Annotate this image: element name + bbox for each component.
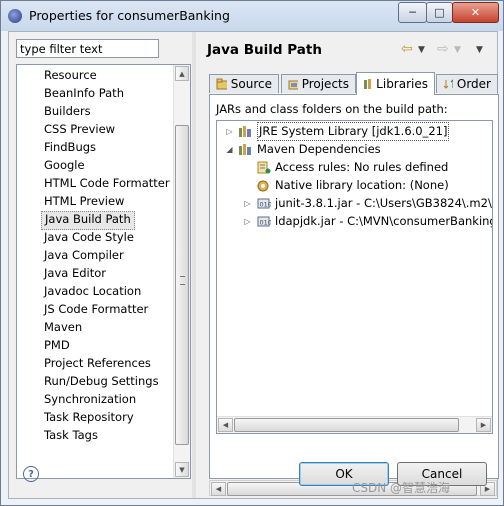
window-title: Properties for consumerBanking xyxy=(29,8,230,23)
minimize-button[interactable]: ─ xyxy=(398,2,427,23)
watermark: CSDN @智慧浩海 xyxy=(352,481,451,495)
svg-text:010: 010 xyxy=(260,219,272,227)
scroll-up-button[interactable]: ▲ xyxy=(175,66,189,81)
libraries-icon xyxy=(364,79,373,89)
help-icon[interactable]: ? xyxy=(23,466,39,482)
close-button[interactable]: ✕ xyxy=(452,2,499,23)
tree-row[interactable]: ▷ JRE System Library [jdk1.6.0_21] xyxy=(225,122,450,141)
tab-libraries[interactable]: Libraries xyxy=(356,72,435,95)
view-menu-icon[interactable]: ▼ xyxy=(476,45,483,55)
nav-item[interactable]: Builders xyxy=(41,103,94,120)
jar-icon: 010 xyxy=(256,215,271,228)
nav-item[interactable]: Task Tags xyxy=(41,427,101,444)
arrow-right-icon: ▶ xyxy=(480,421,487,429)
scroll-down-button[interactable]: ▼ xyxy=(175,462,189,477)
nav-item[interactable]: BeanInfo Path xyxy=(41,85,127,102)
tree-row[interactable]: Access rules: No rules defined xyxy=(243,159,448,176)
arrow-left-icon: ◀ xyxy=(215,485,222,493)
tree-row[interactable]: Native library location: (None) xyxy=(243,177,449,194)
dialog-body: ResourceBeanInfo PathBuildersCSS Preview… xyxy=(8,31,499,499)
tree-row-label: Access rules: No rules defined xyxy=(275,160,449,174)
nav-item[interactable]: Resource xyxy=(41,67,100,84)
back-menu-icon[interactable]: ▼ xyxy=(418,45,425,55)
nav-item[interactable]: PMD xyxy=(41,337,73,354)
properties-dialog: Properties for consumerBanking ─ □ ✕ Res… xyxy=(0,0,504,506)
nav-item[interactable]: Java Editor xyxy=(41,265,109,282)
nav-scroll-thumb[interactable] xyxy=(175,125,189,445)
source-folder-icon xyxy=(216,78,227,90)
forward-menu-icon: ▼ xyxy=(454,45,461,55)
grip-icon xyxy=(180,276,185,285)
tree-row-label: Maven Dependencies xyxy=(257,142,381,156)
maximize-button[interactable]: □ xyxy=(426,2,453,23)
tree-row-label: ldapjdk.jar - C:\MVN\consumerBanking\ xyxy=(275,214,493,228)
nav-item[interactable]: CSS Preview xyxy=(41,121,118,138)
tree-row[interactable]: ▷ 010 junit-3.8.1.jar - C:\Users\GB3824\.m… xyxy=(243,195,493,212)
forward-arrow-icon: ⇨ xyxy=(437,41,449,57)
expand-icon[interactable]: ▷ xyxy=(243,217,252,226)
page-title: Java Build Path xyxy=(207,42,322,58)
libraries-panel: JARs and class folders on the build path… xyxy=(209,94,499,479)
nav-item[interactable]: Project References xyxy=(41,355,154,372)
nav-item[interactable]: Java Compiler xyxy=(41,247,127,264)
nav-item[interactable]: Run/Debug Settings xyxy=(41,373,162,390)
nav-item[interactable]: Task Repository xyxy=(41,409,137,426)
projects-icon xyxy=(288,80,298,90)
eclipse-icon xyxy=(8,9,22,23)
tree-row-label: JRE System Library [jdk1.6.0_21] xyxy=(257,122,450,141)
tree-hscroll-thumb[interactable] xyxy=(234,418,459,432)
expand-icon[interactable]: ▷ xyxy=(225,127,234,136)
tree-row[interactable]: ▷ 010 ldapjdk.jar - C:\MVN\consumerBanking… xyxy=(243,213,493,230)
tab-bar: Source Projects Libraries Order xyxy=(209,72,499,95)
scroll-right-button[interactable]: ▶ xyxy=(476,418,491,432)
build-path-tree[interactable]: ▷ JRE System Library [jdk1.6.0_21] ◢ Maven … xyxy=(216,120,493,434)
arrow-up-icon: ▲ xyxy=(179,69,185,78)
pane-splitter[interactable] xyxy=(192,32,196,498)
library-icon xyxy=(238,143,253,156)
nav-item[interactable]: Google xyxy=(41,157,88,174)
jar-icon: 010 xyxy=(256,197,271,210)
page-scroll-left-button[interactable]: ◀ xyxy=(211,482,226,496)
title-bar[interactable]: Properties for consumerBanking ─ □ ✕ xyxy=(1,1,503,31)
native-library-icon xyxy=(256,179,271,192)
maximize-icon: □ xyxy=(434,6,445,19)
nav-item[interactable]: Javadoc Location xyxy=(41,283,144,300)
properties-nav-list: Resource BeanInfo Path Builders CSS Preview… xyxy=(16,64,191,479)
libraries-description: JARs and class folders on the build path… xyxy=(216,102,448,116)
tab-source[interactable]: Source xyxy=(209,74,279,93)
nav-item[interactable]: Java Build Path xyxy=(41,211,135,230)
tree-row-label: Native library location: (None) xyxy=(275,178,449,192)
tab-projects[interactable]: Projects xyxy=(281,74,356,93)
svg-text:010: 010 xyxy=(260,201,272,209)
nav-item[interactable]: Synchronization xyxy=(41,391,139,408)
tree-row-label: junit-3.8.1.jar - C:\Users\GB3824\.m2\re… xyxy=(275,196,493,210)
filter-input[interactable] xyxy=(16,39,159,58)
close-icon: ✕ xyxy=(470,6,481,19)
tree-hscrollbar[interactable]: ◀ ▶ xyxy=(217,416,492,433)
tab-order[interactable]: Order xyxy=(436,74,498,93)
library-icon xyxy=(238,125,253,138)
access-rules-icon xyxy=(256,161,271,174)
back-arrow-icon[interactable]: ⇦ xyxy=(401,41,413,57)
collapse-icon[interactable]: ◢ xyxy=(225,145,234,154)
expand-icon[interactable]: ▷ xyxy=(243,199,252,208)
arrow-right-icon: ▶ xyxy=(484,485,491,493)
scroll-left-button[interactable]: ◀ xyxy=(218,418,233,432)
nav-scrollbar[interactable]: ▲ ▼ xyxy=(173,65,190,478)
tree-row[interactable]: ◢ Maven Dependencies xyxy=(225,141,381,158)
order-icon xyxy=(443,79,453,89)
nav-item[interactable]: FindBugs xyxy=(41,139,99,156)
nav-item[interactable]: HTML Code Formatter xyxy=(41,175,173,192)
arrow-left-icon: ◀ xyxy=(222,421,229,429)
minimize-icon: ─ xyxy=(409,6,416,19)
nav-item[interactable]: Maven xyxy=(41,319,85,336)
arrow-down-icon: ▼ xyxy=(179,465,185,474)
nav-item[interactable]: Java Code Style xyxy=(41,229,137,246)
nav-item[interactable]: JS Code Formatter xyxy=(41,301,151,318)
nav-item[interactable]: HTML Preview xyxy=(41,193,127,210)
